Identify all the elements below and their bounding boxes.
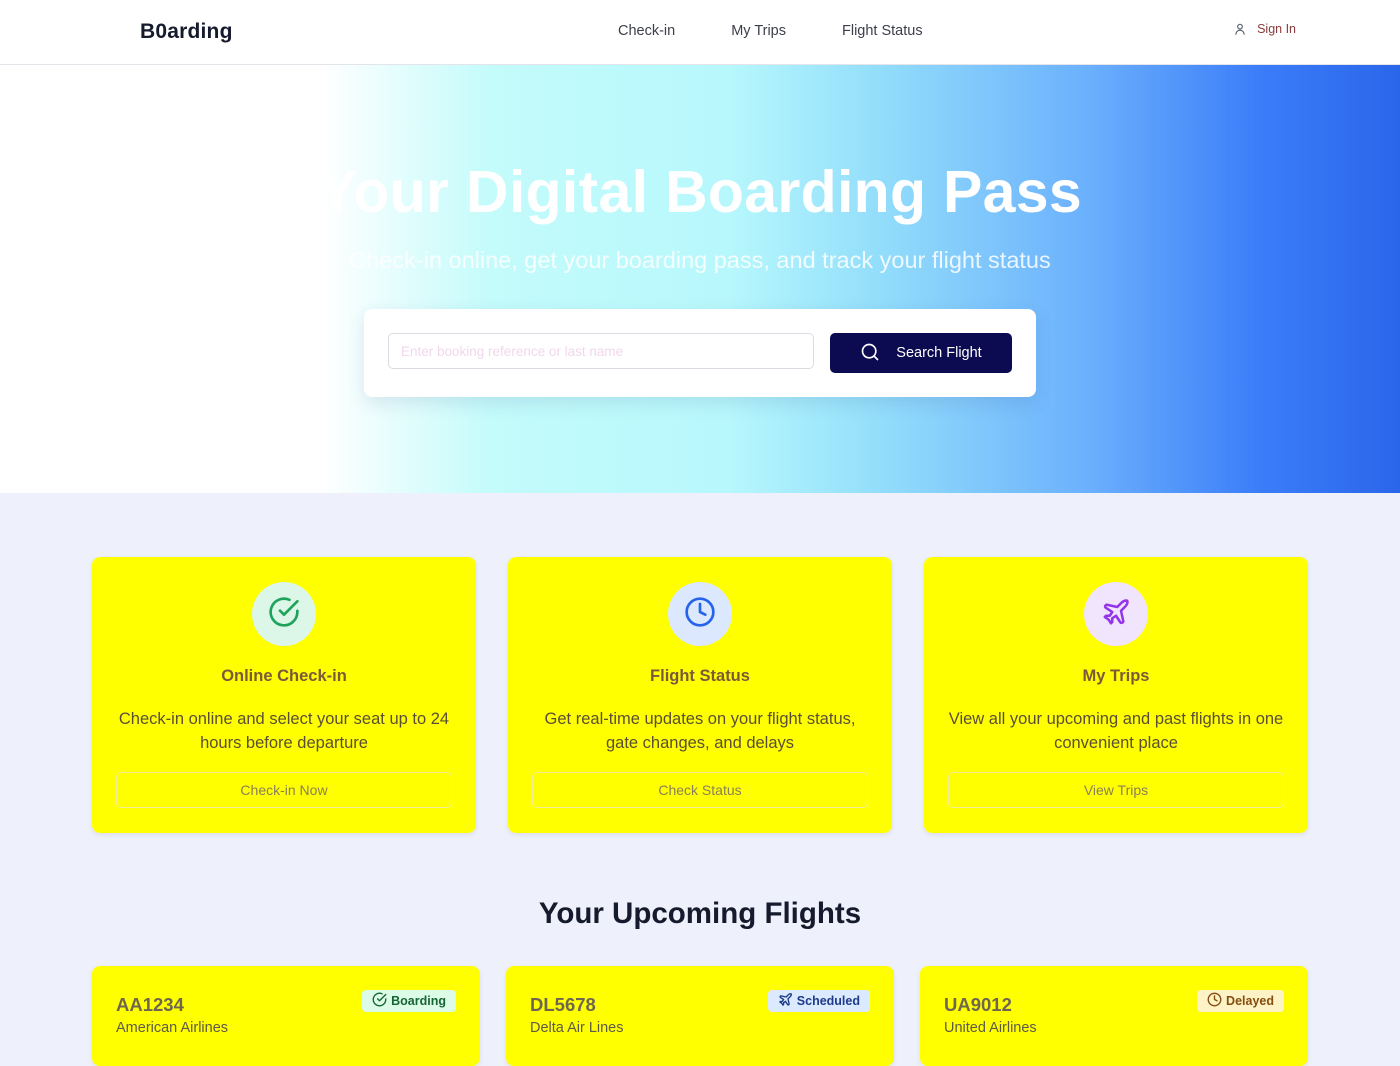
top-navigation-bar: B0arding Check-in My Trips Flight Status… (0, 0, 1400, 65)
flight-number: DL5678 (530, 994, 596, 1015)
airline-name: Delta Air Lines (530, 1020, 624, 1036)
nav-item-check-in[interactable]: Check-in (590, 23, 703, 39)
hero-title: Your Digital Boarding Pass (318, 159, 1082, 225)
feature-title: Online Check-in (221, 667, 347, 685)
clock-icon (1207, 992, 1222, 1010)
check-circle-icon (268, 596, 300, 633)
flight-card[interactable]: UA9012 United Airlines Delayed (920, 966, 1308, 1066)
feature-card-online-check-in: Online Check-in Check-in online and sele… (92, 557, 476, 833)
feature-description: View all your upcoming and past flights … (948, 710, 1284, 752)
feature-icon-badge (668, 582, 732, 646)
booking-reference-input[interactable] (388, 333, 814, 369)
main-nav: Check-in My Trips Flight Status (590, 23, 951, 39)
brand-logo[interactable]: B0arding (140, 20, 233, 44)
nav-item-my-trips[interactable]: My Trips (703, 23, 814, 39)
check-status-button[interactable]: Check Status (532, 772, 868, 808)
flight-number: AA1234 (116, 994, 184, 1015)
sign-in-button[interactable]: Sign In (1233, 22, 1296, 36)
feature-title: Flight Status (650, 667, 750, 685)
feature-title: My Trips (1082, 667, 1150, 685)
check-circle-icon (372, 992, 387, 1010)
flight-number: UA9012 (944, 994, 1012, 1015)
status-label: Delayed (1226, 994, 1274, 1008)
flight-card[interactable]: AA1234 American Airlines Boarding (92, 966, 480, 1066)
search-flight-label: Search Flight (896, 345, 982, 361)
feature-card-flight-status: Flight Status Get real-time updates on y… (508, 557, 892, 833)
flight-card[interactable]: DL5678 Delta Air Lines Scheduled (506, 966, 894, 1066)
feature-cards: Online Check-in Check-in online and sele… (92, 557, 1308, 833)
clock-icon (684, 596, 716, 633)
search-flight-button[interactable]: Search Flight (830, 333, 1012, 373)
status-label: Boarding (391, 994, 446, 1008)
feature-description: Get real-time updates on your flight sta… (544, 710, 856, 752)
feature-card-my-trips: My Trips View all your upcoming and past… (924, 557, 1308, 833)
upcoming-flights-heading: Your Upcoming Flights (538, 897, 862, 930)
airline-name: American Airlines (116, 1020, 229, 1036)
search-icon (860, 342, 880, 365)
status-badge: Boarding (362, 990, 456, 1012)
plane-icon (1101, 597, 1131, 632)
status-badge: Delayed (1197, 990, 1284, 1012)
flight-search-card: Search Flight (364, 309, 1036, 397)
status-label: Scheduled (796, 994, 860, 1008)
nav-item-flight-status[interactable]: Flight Status (814, 23, 951, 39)
hero-subtitle: Check-in online, get your boarding pass,… (349, 247, 1051, 273)
status-badge: Scheduled (767, 990, 870, 1012)
user-icon (1233, 22, 1247, 36)
feature-description: Check-in online and select your seat up … (118, 710, 450, 752)
plane-icon (778, 992, 793, 1010)
hero-banner: Your Digital Boarding Pass Check-in onli… (0, 65, 1400, 493)
check-in-now-button[interactable]: Check-in Now (116, 772, 452, 808)
feature-icon-badge (252, 582, 316, 646)
sign-in-label: Sign In (1257, 22, 1296, 36)
feature-icon-badge (1084, 582, 1148, 646)
view-trips-button[interactable]: View Trips (948, 772, 1284, 808)
airline-name: United Airlines (944, 1020, 1037, 1036)
